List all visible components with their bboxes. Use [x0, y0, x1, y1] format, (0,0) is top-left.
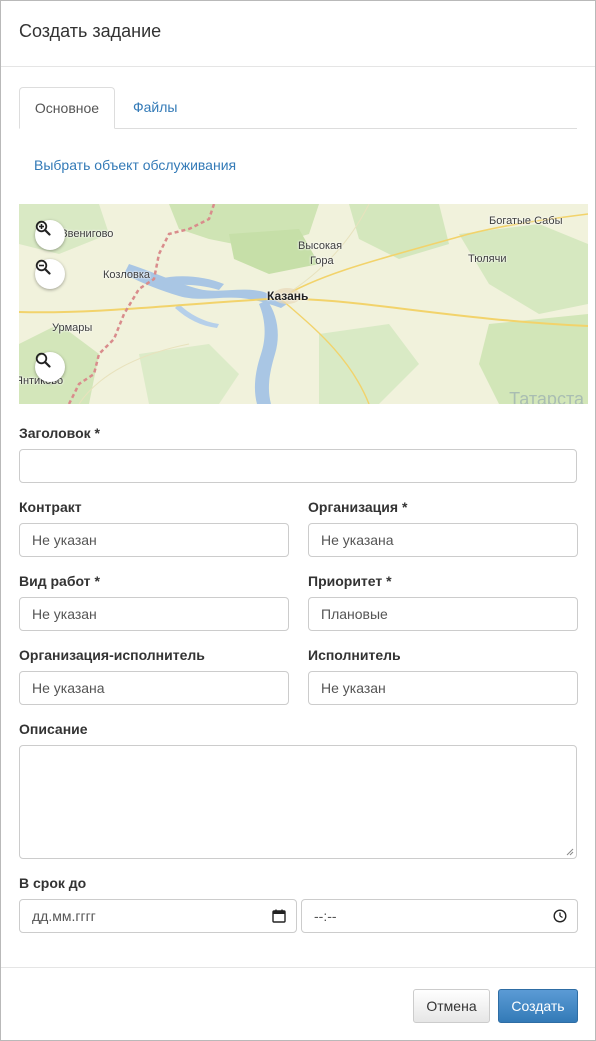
organization-select[interactable]: Не указана: [308, 523, 578, 557]
map-label-tyulyachi: Тюлячи: [468, 253, 507, 265]
contract-label: Контракт: [19, 499, 82, 515]
cancel-button[interactable]: Отмена: [413, 989, 490, 1023]
map-label-zvenigovo: Звенигово: [61, 228, 114, 240]
executor-select[interactable]: Не указан: [308, 671, 578, 705]
title-label-text: Заголовок: [19, 425, 91, 441]
select-object-link[interactable]: Выбрать объект обслуживания: [34, 157, 236, 173]
executor-org-select[interactable]: Не указана: [19, 671, 289, 705]
zoom-out-button[interactable]: [35, 259, 65, 289]
organization-label-text: Организация: [308, 499, 399, 515]
tabs: Основное Файлы: [19, 87, 577, 129]
time-placeholder: --:--: [314, 908, 337, 924]
title-input[interactable]: [19, 449, 577, 483]
modal-title: Создать задание: [19, 21, 162, 41]
zoom-out-icon: [35, 259, 51, 275]
map-label-gora: Гора: [310, 255, 334, 267]
map-label-kozlovka: Козловка: [103, 269, 150, 281]
priority-label: Приоритет *: [308, 573, 392, 589]
map-label-kazan: Казань: [267, 289, 309, 303]
map[interactable]: Звенигово Козловка Урмары Янтиково Высок…: [19, 204, 588, 404]
map-label-vysokaya: Высокая: [298, 240, 343, 252]
clock-icon[interactable]: [553, 909, 567, 923]
executor-org-label: Организация-исполнитель: [19, 647, 205, 663]
modal-header: Создать задание: [1, 1, 595, 67]
create-button[interactable]: Создать: [498, 989, 578, 1023]
calendar-icon[interactable]: [272, 909, 286, 923]
priority-select[interactable]: Плановые: [308, 597, 578, 631]
resize-handle-icon[interactable]: [566, 848, 574, 856]
tab-main[interactable]: Основное: [19, 87, 115, 129]
work-type-label-text: Вид работ: [19, 573, 91, 589]
tab-files[interactable]: Файлы: [118, 87, 192, 129]
required-mark: *: [94, 573, 100, 589]
required-mark: *: [94, 425, 100, 441]
description-label: Описание: [19, 721, 88, 737]
date-placeholder: дд.мм.гггг: [32, 908, 96, 924]
map-search-button[interactable]: [35, 352, 65, 382]
deadline-label: В срок до: [19, 875, 87, 891]
executor-label: Исполнитель: [308, 647, 401, 663]
work-type-label: Вид работ *: [19, 573, 100, 589]
priority-label-text: Приоритет: [308, 573, 383, 589]
contract-select[interactable]: Не указан: [19, 523, 289, 557]
title-label: Заголовок *: [19, 425, 100, 441]
organization-label: Организация *: [308, 499, 407, 515]
map-watermark: Татарста: [509, 389, 584, 404]
description-textarea[interactable]: [19, 745, 577, 859]
create-task-modal: Создать задание Основное Файлы Выбрать о…: [0, 0, 596, 1041]
work-type-select[interactable]: Не указан: [19, 597, 289, 631]
required-mark: *: [386, 573, 392, 589]
zoom-in-button[interactable]: [35, 220, 65, 250]
map-label-urmary: Урмары: [52, 322, 93, 334]
map-label-bogatye-saby: Богатые Сабы: [489, 215, 563, 227]
zoom-in-icon: [35, 220, 51, 236]
deadline-time-input[interactable]: --:--: [301, 899, 578, 933]
required-mark: *: [401, 499, 408, 515]
deadline-date-input[interactable]: дд.мм.гггг: [19, 899, 297, 933]
search-icon: [35, 352, 51, 368]
